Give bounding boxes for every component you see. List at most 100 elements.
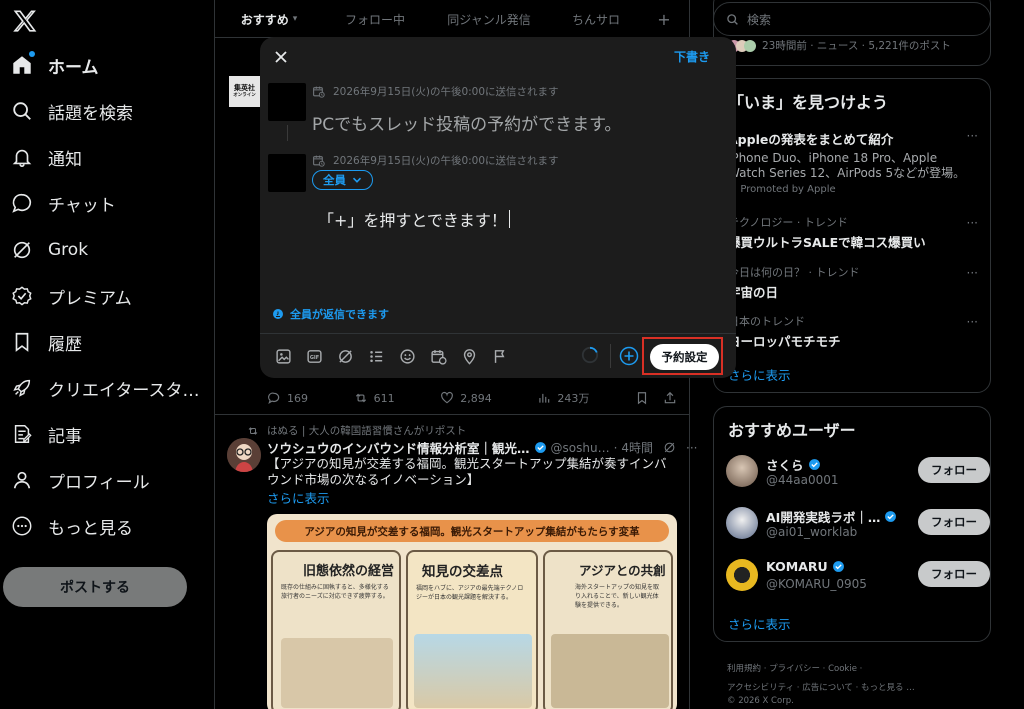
repost-note[interactable]: はぬる | 大人の韓国語習慣さんがリポスト <box>247 423 466 438</box>
tab-chinsalo[interactable]: ちんサロ <box>551 0 641 38</box>
footer-privacy-link[interactable]: プライバシー <box>769 664 820 674</box>
trends-card: 「いま」を見つけよう Appleの発表をまとめて紹介 iPhone Duo、iP… <box>713 78 991 393</box>
more-icon <box>10 514 34 538</box>
tab-following[interactable]: フォロー中 <box>323 0 427 38</box>
more-options-icon[interactable]: ··· <box>686 441 697 455</box>
close-icon <box>275 51 287 63</box>
rocket-icon <box>10 376 34 400</box>
footer-cookie-link[interactable]: Cookie <box>828 664 857 674</box>
thread-post-2-input[interactable]: 「+」を押すとできます！ <box>318 207 510 231</box>
footer-terms-link[interactable]: 利用規約 <box>727 664 761 674</box>
nav-item-home[interactable]: ホーム <box>10 45 99 85</box>
tab-recommended[interactable]: おすすめ ▾ <box>215 0 323 38</box>
more-options-icon[interactable]: ··· <box>967 266 978 280</box>
poll-icon[interactable] <box>367 347 385 365</box>
nav-label-grok: Grok <box>48 240 89 260</box>
close-button[interactable] <box>270 46 292 68</box>
nav-item-chat[interactable]: チャット <box>10 183 116 223</box>
schedule-icon[interactable] <box>429 347 447 365</box>
user-row-komaru[interactable]: KOMARU @KOMARU_0905 フォロー <box>726 559 990 599</box>
follow-button[interactable]: フォロー <box>918 457 990 483</box>
more-options-icon[interactable]: ··· <box>967 216 978 230</box>
nav-label-explore: 話題を検索 <box>48 103 133 124</box>
tab-genre[interactable]: 同ジャンル発信 <box>427 0 551 38</box>
schedule-confirm-button[interactable]: 予約設定 <box>650 344 719 370</box>
post-time[interactable]: 4時間 <box>621 439 653 456</box>
reply-icon <box>268 392 280 404</box>
trend-title: Appleの発表をまとめて紹介 <box>728 132 894 147</box>
schedule-text: 2026年9月15日(火)の午後0:00に送信されます <box>333 155 559 167</box>
schedule-composer-dialog: 下書き 2026年9月15日(火)の午後0:00に送信されます PCでもスレッド… <box>260 37 736 378</box>
gif-icon[interactable]: GIF <box>305 347 323 365</box>
trend-item-3[interactable]: 今日は何の日？ · トレンド 宇宙の日 <box>728 264 860 301</box>
infographic-panel-3: アジアとの共創 海外スタートアップの知見を取り入れることで、新しい観光体験を提供… <box>543 550 673 709</box>
media-icon[interactable] <box>274 347 292 365</box>
x-logo-icon[interactable] <box>12 8 38 34</box>
nav-item-creator-studio[interactable]: クリエイタースタ… <box>10 368 199 408</box>
thread-post-1-text[interactable]: PCでもスレッド投稿の予約ができます。 <box>312 110 621 135</box>
panel-text: 福岡をハブに、アジアの最先端テクノロジーが日本の観光課題を解決する。 <box>416 585 524 601</box>
divider <box>215 414 689 415</box>
nav-item-history[interactable]: 履歴 <box>10 322 82 362</box>
nav-label-creator-studio: クリエイタースタ… <box>48 380 200 401</box>
trend-meta: 今日は何の日？ · トレンド <box>728 266 860 279</box>
avatar[interactable] <box>726 455 758 487</box>
verified-icon <box>832 561 844 572</box>
nav-item-notifications[interactable]: 通知 <box>10 137 82 177</box>
trend-meta: テクノロジー · トレンド <box>728 216 848 229</box>
bookmark-icon[interactable] <box>635 391 649 405</box>
avatar[interactable] <box>227 438 261 472</box>
nav-item-more[interactable]: もっと見る <box>10 506 133 546</box>
add-post-plus-icon[interactable] <box>619 346 639 366</box>
like-button[interactable]: 2,894 <box>440 390 492 406</box>
add-tab-icon[interactable]: + <box>641 0 687 38</box>
post-avatar-shueisha[interactable]: 集英社 オンライン <box>229 76 260 107</box>
promoted-line: ↗Promoted by Apple <box>728 184 978 195</box>
grok-icon[interactable] <box>336 347 354 365</box>
author-handle[interactable]: @soshu… <box>551 441 610 455</box>
who-to-follow-show-more[interactable]: さらに表示 <box>728 614 791 633</box>
share-icon[interactable] <box>663 391 677 405</box>
audience-selector[interactable]: 全員 <box>312 170 373 190</box>
svg-text:GIF: GIF <box>309 354 318 360</box>
nav-item-grok[interactable]: Grok <box>10 230 88 270</box>
more-options-icon[interactable]: ··· <box>967 315 978 329</box>
reply-button[interactable]: 169 <box>267 390 308 406</box>
location-icon[interactable] <box>460 347 478 365</box>
repost-button[interactable]: 611 <box>354 390 395 406</box>
trends-show-more[interactable]: さらに表示 <box>728 365 791 384</box>
emoji-icon[interactable] <box>398 347 416 365</box>
footer-more-link[interactable]: もっと見る … <box>861 683 915 693</box>
user-row-sakura[interactable]: さくら @44aa0001 フォロー <box>726 455 990 495</box>
follow-button[interactable]: フォロー <box>918 509 990 535</box>
nav-item-profile[interactable]: プロフィール <box>10 460 150 500</box>
schedule-info-1[interactable]: 2026年9月15日(火)の午後0:00に送信されます <box>312 84 559 99</box>
follow-button[interactable]: フォロー <box>918 561 990 587</box>
grok-icon[interactable] <box>663 441 676 454</box>
post-button[interactable]: ポストする <box>3 567 187 607</box>
nav-item-explore[interactable]: 話題を検索 <box>10 91 133 131</box>
show-more-link[interactable]: さらに表示 <box>267 488 330 507</box>
flag-icon[interactable] <box>491 347 509 365</box>
avatar[interactable] <box>726 507 758 539</box>
post-image[interactable]: アジアの知見が交差する福岡。観光スタートアップ集結がもたらす変革 旧態依然の経営… <box>267 514 677 709</box>
views-button[interactable]: 243万 <box>537 390 589 406</box>
schedule-info-2[interactable]: 2026年9月15日(火)の午後0:00に送信されます <box>312 153 559 168</box>
author-name[interactable]: ソウシュウのインバウンド情報分析室｜観光… <box>267 438 530 457</box>
reply-settings[interactable]: 全員が返信できます <box>272 306 389 322</box>
nav-item-articles[interactable]: 記事 <box>10 414 82 454</box>
trend-item-apple[interactable]: Appleの発表をまとめて紹介 iPhone Duo、iPhone 18 Pro… <box>728 129 978 195</box>
verified-icon <box>885 511 897 522</box>
avatar[interactable] <box>726 559 758 591</box>
trend-item-4[interactable]: 日本のトレンド ヨーロッパモチモチ <box>728 313 841 350</box>
trend-title: ヨーロッパモチモチ <box>728 334 841 349</box>
drafts-button[interactable]: 下書き <box>674 48 710 65</box>
more-options-icon[interactable]: ··· <box>967 129 978 143</box>
toolbar-separator <box>610 344 611 368</box>
footer-ads-link[interactable]: 広告について <box>802 683 853 693</box>
nav-item-premium[interactable]: プレミアム <box>10 276 132 316</box>
repost-icon <box>355 393 366 403</box>
trend-item-2[interactable]: テクノロジー · トレンド 爆買ウルトラSALEで韓コス爆買い <box>728 214 926 251</box>
user-row-ai-lab[interactable]: AI開発実践ラボ｜… @ai01_worklab フォロー <box>726 507 990 547</box>
news-card[interactable]: 23時間前 · ニュース · 5,221件のポスト <box>713 0 991 66</box>
